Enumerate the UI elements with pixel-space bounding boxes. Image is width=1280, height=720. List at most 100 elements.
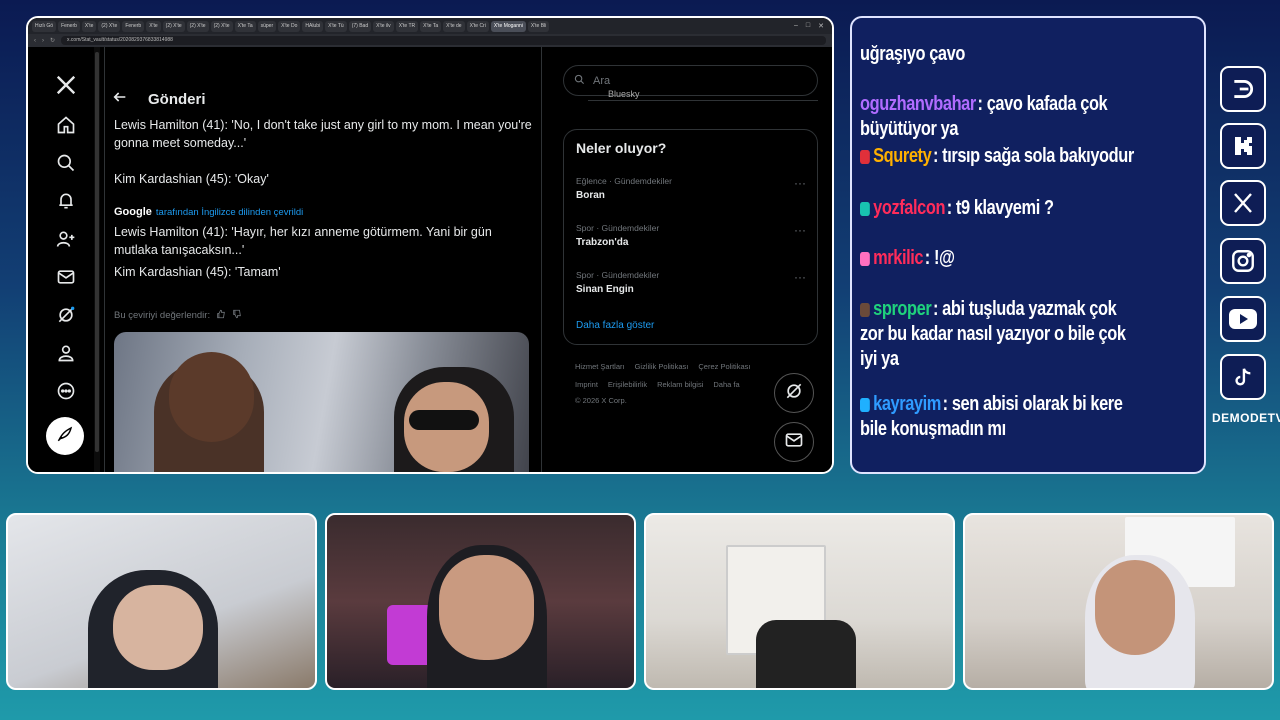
chat-text: : tırsıp sağa sola bakıyodur [932,145,1134,167]
show-more-link[interactable]: Daha fazla göster [576,320,654,331]
tab[interactable]: X'te [146,20,161,32]
search-icon[interactable] [52,149,80,177]
stream-chat: uğraşıyo çavo oguzhanvbahar: çavo kafada… [850,16,1206,474]
instagram-icon [1220,238,1266,284]
minimize-icon[interactable]: – [794,22,798,30]
follow-icon[interactable] [52,225,80,253]
tab[interactable]: X'te ilv [373,20,394,32]
trend-item[interactable]: Eğlence · Gündemdekiler Boran ··· [576,176,806,201]
trend-name: Sinan Engin [576,284,634,295]
trend-category: Eğlence · Gündemdekiler [576,176,672,186]
profile-icon[interactable] [52,339,80,367]
kick-d-icon [1220,66,1266,112]
tab[interactable]: X'te Tü [325,20,347,32]
url-field[interactable]: x.com/Stat_vault/status/2020829376833814… [61,36,826,45]
tab[interactable]: (2) X'te [186,20,209,32]
kick-badge-icon [860,149,870,164]
footer-links: Hizmet Şartları Gizlilik Politikası Çere… [575,362,750,371]
webcam-feed-3 [644,513,955,690]
mail-icon[interactable] [52,263,80,291]
chat-username: sproper [873,298,932,320]
back-nav-icon[interactable]: ‹ [34,38,36,44]
tab[interactable]: Hızlı Gö [32,20,57,32]
tab[interactable]: HAlubi [302,20,324,32]
search-icon [574,74,585,88]
tab[interactable]: X'te Bli [527,20,550,32]
webcam-feed-2 [325,513,636,690]
chat-message: Squrety: tırsıp sağa sola bakıyodur [860,144,1140,169]
tab[interactable]: X'te Ta [234,20,256,32]
close-icon[interactable]: ✕ [818,22,824,30]
tab[interactable]: süper [257,20,277,32]
messages-fab[interactable] [774,422,814,462]
home-icon[interactable] [52,111,80,139]
more-options-icon[interactable]: ··· [794,176,806,190]
post-header: Gönderi [112,89,206,110]
chat-message: uğraşıyo çavo [860,42,1140,67]
tab[interactable]: X'te Ta [420,20,442,32]
tab[interactable]: Fenerb [122,20,145,32]
chat-message: mrkilic: !@ [860,246,1140,271]
footer-link[interactable]: Reklam bilgisi [657,380,703,389]
tweet-video[interactable] [114,332,529,472]
webcam-feed-1 [6,513,317,690]
tab[interactable]: (2) X'te [98,20,121,32]
feather-icon [56,425,74,448]
kick-k-icon [1220,123,1266,169]
trend-category: Spor · Gündemdekiler [576,270,660,280]
reload-icon[interactable]: ↻ [50,37,55,44]
trend-name: Trabzon'da [576,237,629,248]
tab[interactable]: Fenerb [58,20,80,32]
tab-bar: Hızlı Gö Fenerb X'te (2) X'te Fenerb X't… [28,18,832,34]
more-options-icon[interactable]: ··· [794,270,806,284]
forward-nav-icon[interactable]: › [42,38,44,44]
tab[interactable]: X'te Do [278,20,301,32]
chat-username: Squrety [873,145,932,167]
more-options-icon[interactable]: ··· [794,223,806,237]
tab[interactable]: (2) X'te [210,20,233,32]
footer-link[interactable]: Erişilebilirlik [608,380,647,389]
chat-username: oguzhanvbahar [860,93,976,115]
tab[interactable]: X'te [81,20,97,32]
tab[interactable]: (7) Bad [348,20,372,32]
youtube-icon [1220,296,1266,342]
back-arrow-icon[interactable] [112,89,128,110]
translation-attribution: Google tarafından İngilizce dilinden çev… [114,206,303,218]
post-button[interactable] [46,417,84,455]
trend-item[interactable]: Spor · Gündemdekiler Trabzon'da ··· [576,223,806,248]
grok-icon[interactable] [52,301,80,329]
tweet-text: Lewis Hamilton (41): 'No, I don't take j… [114,118,532,150]
brand-label: DEMODETV [1212,411,1280,425]
x-logo-icon[interactable] [52,71,80,99]
sidebar-scrollbar[interactable] [94,47,100,472]
translated-by-link[interactable]: tarafından İngilizce dilinden çevrildi [156,207,303,218]
tab-active[interactable]: X'te Moganni [490,20,526,32]
more-icon[interactable] [52,377,80,405]
tab[interactable]: (2) X'te [162,20,185,32]
tab[interactable]: X'te TR [395,20,419,32]
address-bar-row: ‹ › ↻ x.com/Stat_vault/status/2020829376… [28,34,832,47]
footer-link[interactable]: Daha fa [713,380,739,389]
footer-link[interactable]: Imprint [575,380,598,389]
footer-link[interactable]: Hizmet Şartları [575,362,625,371]
maximize-icon[interactable]: □ [806,22,810,30]
grok-fab[interactable] [774,373,814,413]
sub-badge-icon [860,251,870,266]
grok-icon [784,381,804,406]
thumbs-down-icon[interactable] [232,309,242,322]
footer-links: Imprint Erişilebilirlik Reklam bilgisi D… [575,380,740,389]
x-icon [1220,180,1266,226]
thumbs-up-icon[interactable] [216,309,226,322]
trends-panel: Neler oluyor? Eğlence · Gündemdekiler Bo… [563,129,818,345]
tab[interactable]: X'te de [443,20,465,32]
trend-item[interactable]: Spor · Gündemdekiler Sinan Engin ··· [576,270,806,295]
tab[interactable]: X'te Cri [466,20,489,32]
webcam-feed-4 [963,513,1274,690]
footer-link[interactable]: Gizlilik Politikası [635,362,689,371]
chat-username: kayrayim [873,393,941,415]
chat-message: kayrayim: sen abisi olarak bi kere bile … [860,392,1140,442]
chat-text: : t9 klavyemi ? [946,197,1054,219]
footer-link[interactable]: Çerez Politikası [698,362,750,371]
bell-icon[interactable] [52,187,80,215]
tweet-text-translated: Lewis Hamilton (41): 'Hayır, her kızı an… [114,225,492,257]
